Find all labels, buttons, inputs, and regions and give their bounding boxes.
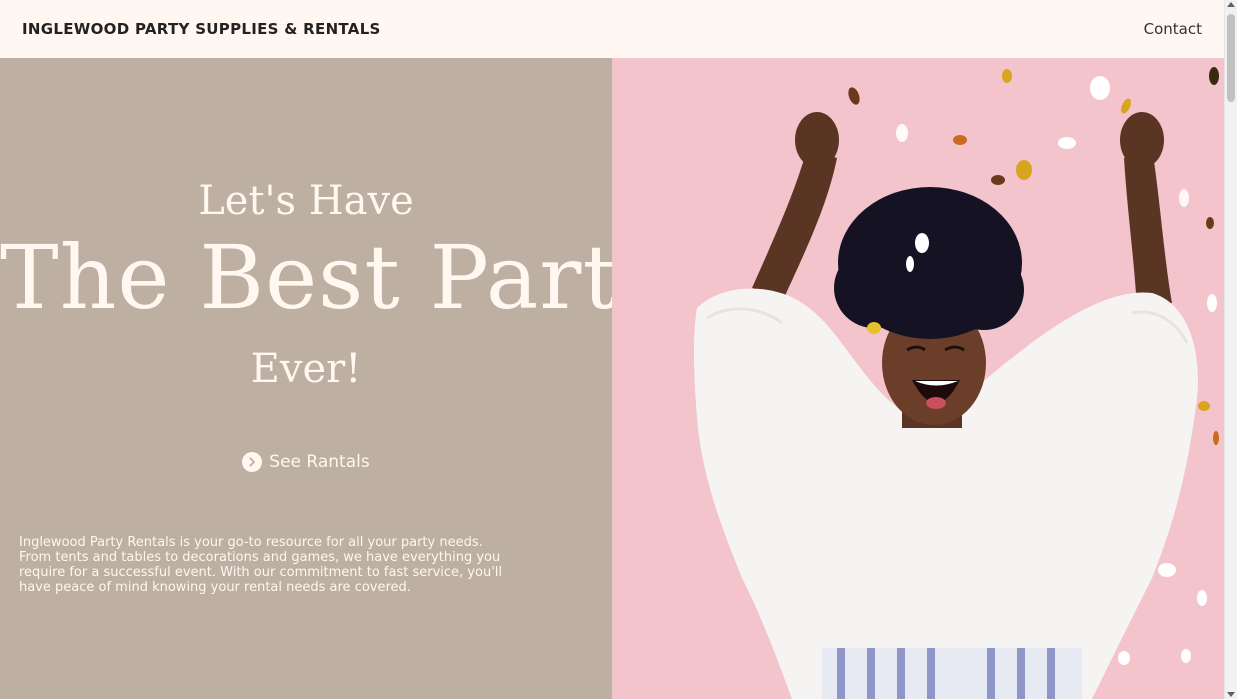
hero-photo-woman-confetti: [612, 58, 1224, 699]
page-scrollbar[interactable]: [1224, 0, 1237, 699]
hero-text-panel: Let's Have The Best Party Ever! See Rant…: [0, 58, 670, 699]
headline-line-2: The Best Party: [0, 226, 670, 329]
see-rentals-label: See Rantals: [269, 452, 370, 472]
about-description: Inglewood Party Rentals is your go-to re…: [19, 535, 502, 595]
scroll-down-arrow-icon[interactable]: [1227, 692, 1235, 697]
see-rentals-button[interactable]: See Rantals: [0, 452, 612, 472]
site-brand[interactable]: INGLEWOOD PARTY SUPPLIES & RENTALS: [22, 20, 381, 38]
headline-line-1: Let's Have: [198, 178, 414, 224]
nav-contact-link[interactable]: Contact: [1144, 20, 1202, 38]
woman-celebrating-image: [612, 58, 1224, 699]
scroll-thumb[interactable]: [1227, 14, 1235, 102]
chevron-right-circle-icon: [242, 452, 263, 472]
site-header: INGLEWOOD PARTY SUPPLIES & RENTALS Conta…: [0, 0, 1224, 58]
headline-line-3: Ever!: [250, 346, 362, 392]
scroll-up-arrow-icon[interactable]: [1227, 2, 1235, 7]
